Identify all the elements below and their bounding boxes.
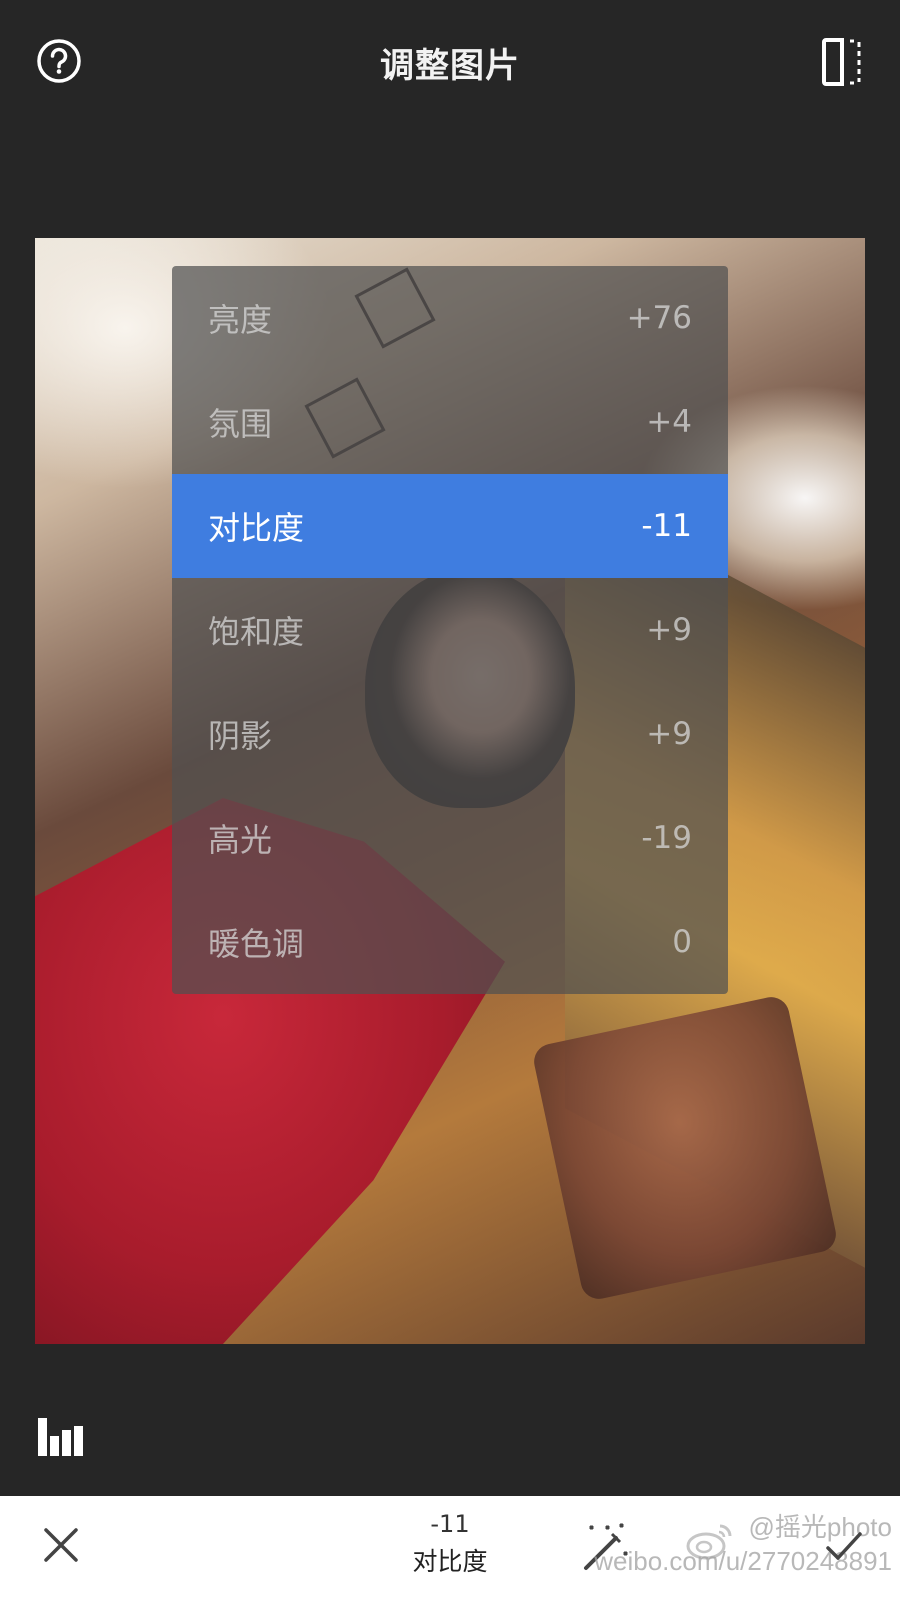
menu-item-value: -11 [641,508,692,544]
menu-item-value: 0 [672,924,692,960]
check-icon[interactable] [824,1526,864,1566]
menu-item-brightness[interactable]: 亮度 +76 [172,266,728,370]
menu-item-label: 饱和度 [208,613,305,651]
menu-item-contrast[interactable]: 对比度 -11 [172,474,728,578]
close-icon[interactable] [42,1526,80,1564]
chair [530,993,840,1303]
menu-item-highlights[interactable]: 高光 -19 [172,786,728,890]
compare-icon[interactable] [822,38,862,86]
menu-item-value: +76 [626,300,692,336]
menu-item-ambiance[interactable]: 氛围 +4 [172,370,728,474]
menu-item-label: 高光 [208,821,273,859]
menu-item-label: 亮度 [208,301,273,339]
menu-item-label: 暖色调 [208,925,305,963]
menu-item-value: +4 [646,404,692,440]
menu-item-warmth[interactable]: 暖色调 0 [172,890,728,994]
current-param-value: -11 [430,1510,470,1538]
page-title: 调整图片 [380,46,520,86]
top-bar: 调整图片 [0,0,900,124]
current-param-name[interactable]: 对比度 [350,1542,550,1578]
menu-item-shadows[interactable]: 阴影 +9 [172,682,728,786]
histogram-icon[interactable] [38,1418,84,1456]
menu-item-label: 阴影 [208,717,273,755]
menu-item-value: -19 [641,820,692,856]
bottom-toolbar: -11 对比度 @摇光photo weibo.com/u/2770248891 [0,1496,900,1600]
menu-item-label: 对比度 [208,509,305,547]
menu-item-label: 氛围 [208,405,273,443]
menu-item-value: +9 [646,612,692,648]
adjust-menu: 亮度 +76 氛围 +4 对比度 -11 饱和度 +9 阴影 +9 高光 -19… [172,266,728,994]
menu-item-value: +9 [646,716,692,752]
menu-item-saturation[interactable]: 饱和度 +9 [172,578,728,682]
